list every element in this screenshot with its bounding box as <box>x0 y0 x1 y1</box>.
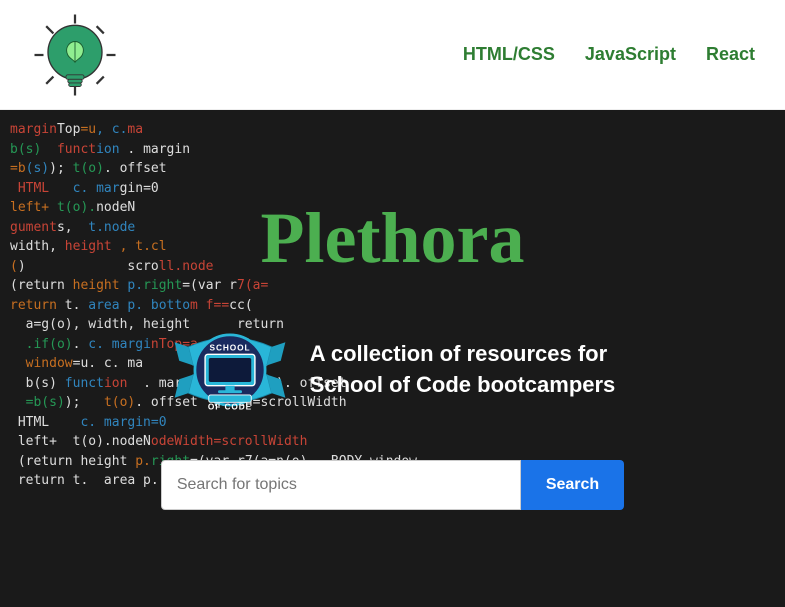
nav-links: HTML/CSS JavaScript React <box>463 44 755 65</box>
nav-link-javascript[interactable]: JavaScript <box>585 44 676 65</box>
school-of-code-badge: SCHOOL OF CODE <box>170 310 290 430</box>
logo-container <box>30 10 120 100</box>
logo-icon <box>30 10 120 100</box>
nav-link-react[interactable]: React <box>706 44 755 65</box>
hero-description: A collection of resources for School of … <box>310 339 616 401</box>
search-button[interactable]: Search <box>521 460 624 510</box>
search-bar: Search <box>161 460 624 510</box>
svg-text:SCHOOL: SCHOOL <box>209 343 250 353</box>
hero-content: SCHOOL OF CODE A collection of resources… <box>170 310 616 430</box>
navbar: HTML/CSS JavaScript React <box>0 0 785 110</box>
hero-title: Plethora <box>261 197 525 280</box>
nav-link-html-css[interactable]: HTML/CSS <box>463 44 555 65</box>
hero-section: marginTop=u, c.ma b(s) function . margin… <box>0 110 785 607</box>
svg-text:OF CODE: OF CODE <box>208 402 252 412</box>
search-input[interactable] <box>161 460 521 510</box>
